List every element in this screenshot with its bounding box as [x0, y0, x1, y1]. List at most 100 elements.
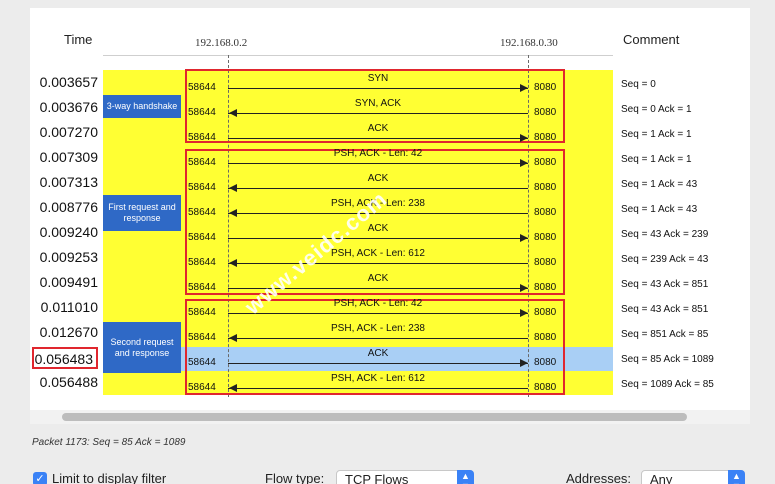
flow-row[interactable]: 0.007309 58644 PSH, ACK - Len: 42 8080 Seq =…: [30, 145, 750, 170]
flow-row[interactable]: 0.003657 58644 SYN 8080 Seq = 0: [30, 70, 750, 95]
addresses-select[interactable]: Any ▲▼: [641, 470, 745, 484]
flow-row[interactable]: 0.007313 58644 ACK 8080 Seq = 1 Ack = 43: [30, 170, 750, 195]
arrowhead-icon: [520, 284, 528, 292]
message-label: PSH, ACK - Len: 238: [331, 323, 425, 334]
message-arrow-line: [228, 113, 528, 114]
source-port: 58644: [188, 207, 216, 218]
source-port: 58644: [188, 332, 216, 343]
row-comment: Seq = 43 Ack = 851: [621, 279, 709, 290]
destination-port: 8080: [534, 207, 557, 218]
addresses-value: Any: [650, 472, 673, 484]
destination-port: 8080: [534, 182, 557, 193]
row-comment: Seq = 85 Ack = 1089: [621, 354, 714, 365]
chevron-updown-icon[interactable]: ▲▼: [728, 470, 745, 484]
limit-filter-label[interactable]: Limit to display filter: [52, 471, 166, 484]
row-comment: Seq = 851 Ack = 85: [621, 329, 709, 340]
row-time: 0.008776: [39, 199, 98, 215]
message-arrow-line: [228, 338, 528, 339]
limit-filter-checkbox[interactable]: ✓: [33, 472, 47, 484]
source-port: 58644: [188, 157, 216, 168]
source-port: 58644: [188, 132, 216, 143]
destination-port: 8080: [534, 357, 557, 368]
message-label: ACK: [367, 123, 389, 134]
row-time: 0.003657: [39, 74, 98, 90]
flow-row[interactable]: 0.009253 58644 PSH, ACK - Len: 612 8080 Seq …: [30, 245, 750, 270]
row-time: 0.056483: [32, 347, 98, 369]
message-arrow-line: [228, 238, 528, 239]
arrowhead-icon: [229, 259, 237, 267]
message-label: ACK: [367, 223, 389, 234]
arrowhead-icon: [520, 84, 528, 92]
arrowhead-icon: [229, 334, 237, 342]
comment-column-header: Comment: [623, 32, 680, 47]
chevron-updown-icon[interactable]: ▲▼: [457, 470, 474, 484]
source-port: 58644: [188, 232, 216, 243]
horizontal-scrollbar[interactable]: [30, 410, 750, 424]
row-comment: Seq = 0 Ack = 1: [621, 104, 692, 115]
destination-port: 8080: [534, 307, 557, 318]
row-comment: Seq = 43 Ack = 239: [621, 229, 709, 240]
destination-port: 8080: [534, 332, 557, 343]
row-comment: Seq = 1 Ack = 43: [621, 204, 698, 215]
packet-status: Packet 1173: Seq = 85 Ack = 1089: [32, 437, 186, 448]
row-time: 0.007313: [39, 174, 98, 190]
destination-port: 8080: [534, 382, 557, 393]
destination-port: 8080: [534, 157, 557, 168]
arrowhead-icon: [520, 359, 528, 367]
message-arrow-line: [228, 363, 528, 364]
row-comment: Seq = 1 Ack = 1: [621, 129, 692, 140]
horizontal-scrollbar-thumb[interactable]: [62, 413, 687, 421]
message-label: PSH, ACK - Len: 612: [331, 373, 425, 384]
flow-row[interactable]: 0.011010 58644 PSH, ACK - Len: 42 8080 Seq =…: [30, 295, 750, 320]
message-label: ACK: [367, 173, 389, 184]
time-column-header: Time: [64, 32, 93, 47]
flow-row[interactable]: 0.007270 58644 ACK 8080 Seq = 1 Ack = 1: [30, 120, 750, 145]
message-arrow-line: [228, 263, 528, 264]
source-port: 58644: [188, 182, 216, 193]
message-label: PSH, ACK - Len: 42: [333, 148, 423, 159]
flow-type-label: Flow type:: [265, 471, 325, 484]
row-time: 0.007270: [39, 124, 98, 140]
row-time: 0.012670: [39, 324, 98, 340]
arrowhead-icon: [520, 134, 528, 142]
controls-bar: ✓ Limit to display filter Flow type: TCP…: [0, 470, 775, 484]
arrowhead-icon: [229, 109, 237, 117]
destination-port: 8080: [534, 257, 557, 268]
flow-row[interactable]: 0.003676 58644 SYN, ACK 8080 Seq = 0 Ack = 1: [30, 95, 750, 120]
source-port: 58644: [188, 107, 216, 118]
flow-row[interactable]: 0.056488 58644 PSH, ACK - Len: 612 8080 Seq …: [30, 370, 750, 395]
message-arrow-line: [228, 388, 528, 389]
addresses-label: Addresses:: [566, 471, 632, 484]
flow-row[interactable]: 0.009491 58644 ACK 8080 Seq = 43 Ack = 851: [30, 270, 750, 295]
arrowhead-icon: [229, 209, 237, 217]
row-time: 0.011010: [40, 299, 98, 315]
destination-port: 8080: [534, 132, 557, 143]
row-comment: Seq = 1 Ack = 1: [621, 154, 692, 165]
arrowhead-icon: [229, 184, 237, 192]
row-time: 0.009240: [39, 224, 98, 240]
flow-row[interactable]: 0.056483 58644 ACK 8080 Seq = 85 Ack = 1089: [30, 345, 750, 370]
message-arrow-line: [228, 313, 528, 314]
address-left-header: 192.168.0.2: [195, 37, 248, 49]
message-arrow-line: [228, 88, 528, 89]
row-comment: Seq = 1089 Ack = 85: [621, 379, 714, 390]
arrowhead-icon: [520, 159, 528, 167]
flow-type-select[interactable]: TCP Flows ▲▼: [336, 470, 474, 484]
row-time: 0.056488: [39, 374, 98, 390]
row-time: 0.007309: [39, 149, 98, 165]
source-port: 58644: [188, 357, 216, 368]
flow-row[interactable]: 0.012670 58644 PSH, ACK - Len: 238 8080 Seq …: [30, 320, 750, 345]
source-port: 58644: [188, 382, 216, 393]
source-port: 58644: [188, 282, 216, 293]
message-arrow-line: [228, 138, 528, 139]
message-label: SYN: [367, 73, 389, 84]
destination-port: 8080: [534, 107, 557, 118]
flow-type-value: TCP Flows: [345, 472, 409, 484]
flow-row[interactable]: 0.009240 58644 ACK 8080 Seq = 43 Ack = 239: [30, 220, 750, 245]
header-divider: [103, 55, 613, 56]
row-time: 0.009253: [39, 249, 98, 265]
arrowhead-icon: [229, 384, 237, 392]
row-comment: Seq = 239 Ack = 43: [621, 254, 709, 265]
arrowhead-icon: [520, 234, 528, 242]
flow-graph-panel[interactable]: Time 192.168.0.2 192.168.0.30 Comment 3-…: [30, 8, 750, 410]
